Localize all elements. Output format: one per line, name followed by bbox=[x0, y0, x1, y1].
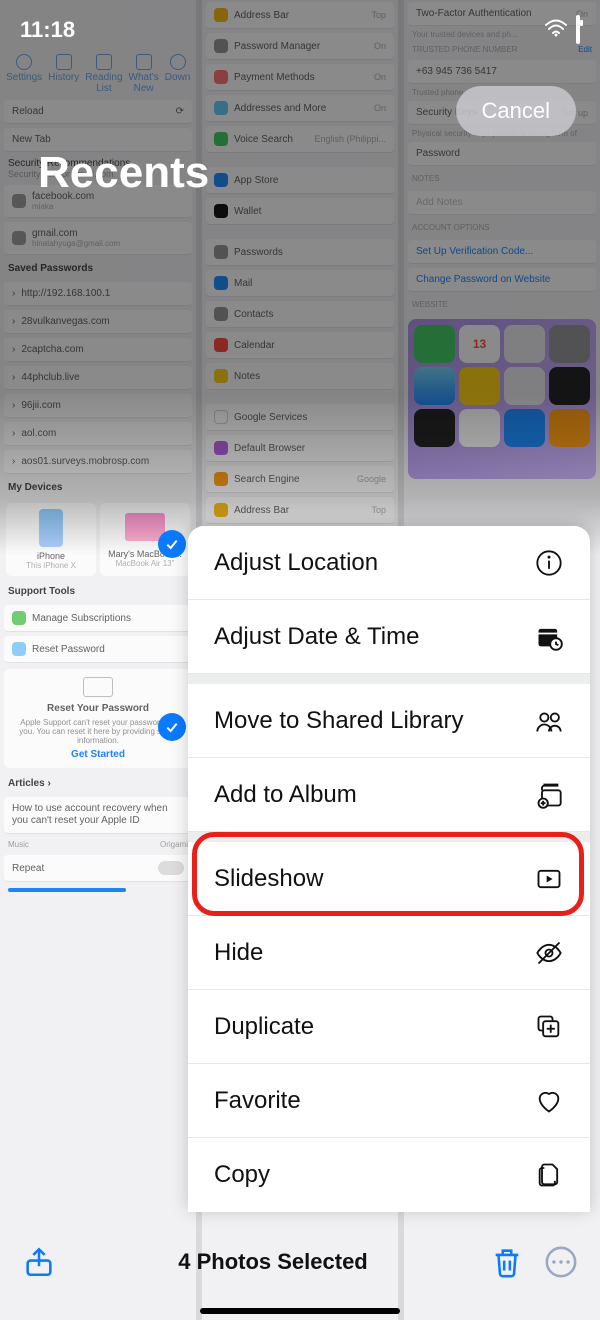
sheet-item-label: Copy bbox=[214, 1161, 270, 1189]
bg-col-1: Settings History Reading List What's New… bbox=[0, 0, 196, 1320]
action-sheet: Adjust Location Adjust Date & Time Move … bbox=[188, 526, 590, 1212]
sheet-item-favorite[interactable]: Favorite bbox=[188, 1064, 590, 1138]
info-icon bbox=[534, 548, 564, 578]
sheet-item-add-to-album[interactable]: Add to Album bbox=[188, 758, 590, 832]
sheet-item-label: Slideshow bbox=[214, 865, 323, 893]
play-rect-icon bbox=[534, 864, 564, 894]
sheet-item-label: Hide bbox=[214, 939, 263, 967]
eye-slash-icon bbox=[534, 938, 564, 968]
sheet-item-label: Duplicate bbox=[214, 1013, 314, 1041]
copy-icon bbox=[534, 1160, 564, 1190]
cancel-button[interactable]: Cancel bbox=[456, 86, 576, 136]
sheet-item-label: Move to Shared Library bbox=[214, 707, 463, 735]
cancel-label: Cancel bbox=[482, 98, 550, 123]
share-button[interactable] bbox=[22, 1245, 56, 1279]
more-button[interactable] bbox=[544, 1245, 578, 1279]
sheet-item-duplicate[interactable]: Duplicate bbox=[188, 990, 590, 1064]
status-bar: 11:18 bbox=[0, 0, 600, 60]
page-title: Recents bbox=[38, 148, 209, 198]
heart-icon bbox=[534, 1086, 564, 1116]
album-add-icon bbox=[534, 780, 564, 810]
sheet-item-label: Add to Album bbox=[214, 781, 357, 809]
selection-check-icon bbox=[158, 530, 186, 558]
sheet-item-copy[interactable]: Copy bbox=[188, 1138, 590, 1212]
status-time: 11:18 bbox=[20, 17, 75, 43]
people-icon bbox=[534, 706, 564, 736]
wifi-icon bbox=[544, 17, 568, 43]
sheet-item-label: Favorite bbox=[214, 1087, 301, 1115]
battery-icon bbox=[576, 17, 580, 43]
calendar-clock-icon bbox=[534, 622, 564, 652]
duplicate-icon bbox=[534, 1012, 564, 1042]
sheet-item-label: Adjust Date & Time bbox=[214, 623, 419, 651]
sheet-item-slideshow[interactable]: Slideshow bbox=[188, 842, 590, 916]
selected-count: 4 Photos Selected bbox=[178, 1249, 368, 1275]
sheet-item-adjust-date-time[interactable]: Adjust Date & Time bbox=[188, 600, 590, 674]
home-indicator bbox=[200, 1308, 400, 1314]
sheet-item-move-shared-library[interactable]: Move to Shared Library bbox=[188, 684, 590, 758]
sheet-item-adjust-location[interactable]: Adjust Location bbox=[188, 526, 590, 600]
sheet-item-hide[interactable]: Hide bbox=[188, 916, 590, 990]
selection-check-icon bbox=[158, 713, 186, 741]
sheet-item-label: Adjust Location bbox=[214, 549, 378, 577]
bottom-toolbar: 4 Photos Selected bbox=[0, 1224, 600, 1320]
trash-button[interactable] bbox=[490, 1245, 524, 1279]
